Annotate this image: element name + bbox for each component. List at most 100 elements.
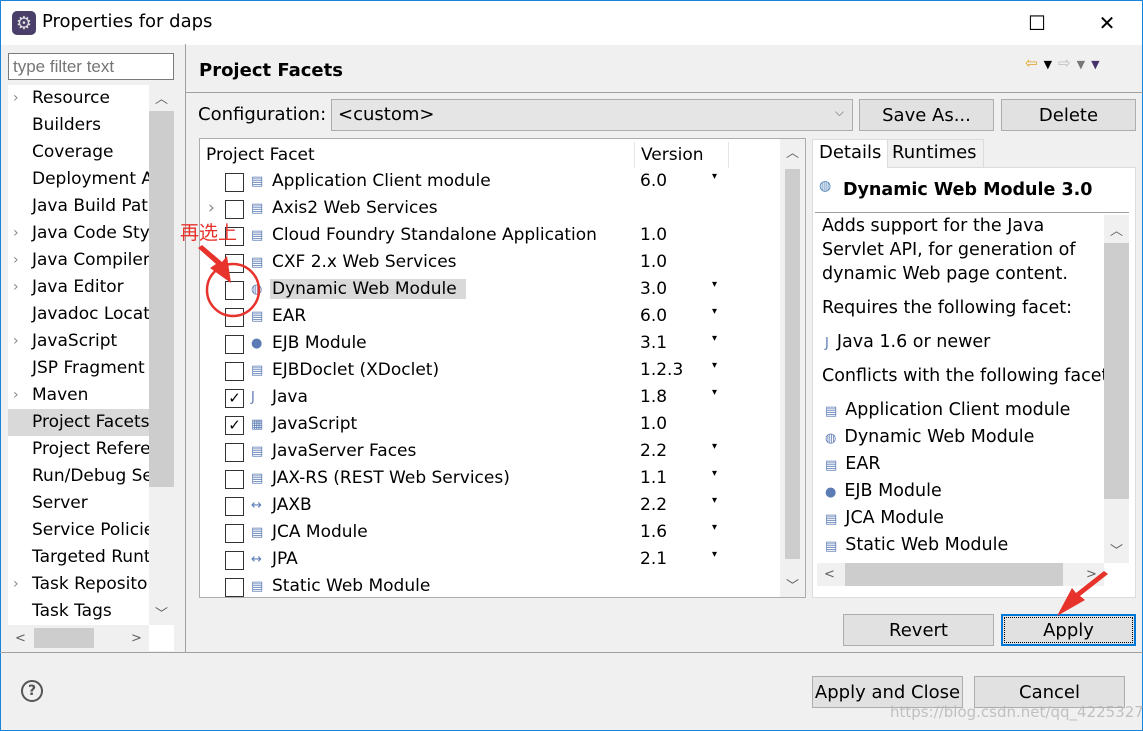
sidebar-item[interactable]: › Task Repository bbox=[8, 571, 149, 598]
facet-checkbox[interactable] bbox=[225, 524, 244, 543]
facet-checkbox[interactable] bbox=[225, 254, 244, 273]
close-button[interactable]: ✕ bbox=[1084, 1, 1130, 45]
sidebar-item[interactable]: Deployment Assembly bbox=[8, 166, 149, 193]
history-nav[interactable]: ⇦▼⇨▼▼ bbox=[1025, 54, 1106, 72]
sidebar-item[interactable]: Targeted Runtimes bbox=[8, 544, 149, 571]
sidebar-item[interactable]: JSP Fragment bbox=[8, 355, 149, 382]
facet-row[interactable]: ✓ J Java 1.8 ▾ bbox=[200, 385, 780, 412]
version-dropdown-icon[interactable]: ▾ bbox=[712, 279, 717, 290]
sidebar-item[interactable]: Coverage bbox=[8, 139, 149, 166]
forward-arrow-icon[interactable]: ⇨ bbox=[1058, 54, 1077, 72]
scroll-right-icon[interactable]: > bbox=[124, 625, 149, 651]
version-dropdown-icon[interactable]: ▾ bbox=[712, 171, 717, 182]
facet-row[interactable]: ▤ JCA Module 1.6 ▾ bbox=[200, 520, 780, 547]
sidebar-item[interactable]: Run/Debug Settings bbox=[8, 463, 149, 490]
facet-checkbox[interactable] bbox=[225, 443, 244, 462]
back-menu-icon[interactable]: ▼ bbox=[1044, 58, 1058, 71]
tab-runtimes[interactable]: Runtimes bbox=[885, 139, 984, 168]
chevron-right-icon[interactable]: › bbox=[13, 382, 19, 409]
facet-row[interactable]: ↔ JPA 2.1 ▾ bbox=[200, 547, 780, 574]
facet-checkbox[interactable] bbox=[225, 497, 244, 516]
sidebar-item[interactable]: Task Tags bbox=[8, 598, 149, 625]
sidebar-item[interactable]: › Java Compiler bbox=[8, 247, 149, 274]
scroll-up-icon[interactable]: ︿ bbox=[1104, 217, 1129, 242]
scroll-thumb[interactable] bbox=[34, 628, 94, 648]
sidebar-item[interactable]: › Java Code Style bbox=[8, 220, 149, 247]
chevron-right-icon[interactable]: › bbox=[13, 571, 19, 598]
facet-checkbox[interactable] bbox=[225, 281, 244, 300]
sidebar-item[interactable]: › JavaScript bbox=[8, 328, 149, 355]
facet-checkbox[interactable]: ✓ bbox=[225, 389, 244, 408]
chevron-right-icon[interactable]: › bbox=[13, 85, 19, 112]
sidebar-item[interactable]: › Maven bbox=[8, 382, 149, 409]
facet-row[interactable]: ✓ ▦ JavaScript 1.0 bbox=[200, 412, 780, 439]
scroll-down-icon[interactable]: ﹀ bbox=[149, 600, 174, 625]
version-dropdown-icon[interactable]: ▾ bbox=[712, 468, 717, 479]
tab-details[interactable]: Details bbox=[812, 139, 889, 168]
version-dropdown-icon[interactable]: ▾ bbox=[712, 522, 717, 533]
facet-checkbox[interactable] bbox=[225, 362, 244, 381]
facet-checkbox[interactable] bbox=[225, 578, 244, 597]
scroll-up-icon[interactable]: ︿ bbox=[780, 139, 805, 164]
sidebar-item[interactable]: Builders bbox=[8, 112, 149, 139]
sidebar-item[interactable]: Javadoc Location bbox=[8, 301, 149, 328]
facet-checkbox[interactable] bbox=[225, 308, 244, 327]
sidebar-item[interactable]: Project Facets bbox=[8, 409, 149, 436]
sidebar-item[interactable]: › Resource bbox=[8, 85, 149, 112]
chevron-right-icon[interactable]: › bbox=[208, 198, 215, 218]
facet-checkbox[interactable] bbox=[225, 173, 244, 192]
version-dropdown-icon[interactable]: ▾ bbox=[712, 333, 717, 344]
facet-row[interactable]: ↔ JAXB 2.2 ▾ bbox=[200, 493, 780, 520]
details-hscrollbar[interactable]: < > bbox=[817, 563, 1104, 586]
scroll-thumb[interactable] bbox=[149, 111, 174, 487]
facet-row[interactable]: ▤ EJBDoclet (XDoclet) 1.2.3 ▾ bbox=[200, 358, 780, 385]
scroll-left-icon[interactable]: < bbox=[817, 563, 842, 586]
facet-row[interactable]: ▤ Static Web Module bbox=[200, 574, 780, 601]
facet-row[interactable]: ▤ JAX-RS (REST Web Services) 1.1 ▾ bbox=[200, 466, 780, 493]
version-dropdown-icon[interactable]: ▾ bbox=[712, 360, 717, 371]
facet-checkbox[interactable] bbox=[225, 200, 244, 219]
chevron-right-icon[interactable]: › bbox=[13, 247, 19, 274]
facet-checkbox[interactable]: ✓ bbox=[225, 416, 244, 435]
scroll-down-icon[interactable]: ﹀ bbox=[1104, 537, 1129, 562]
sidebar-item[interactable]: Java Build Path bbox=[8, 193, 149, 220]
sidebar-item[interactable]: Service Policies bbox=[8, 517, 149, 544]
scroll-left-icon[interactable]: < bbox=[8, 625, 33, 651]
scroll-right-icon[interactable]: > bbox=[1079, 563, 1104, 586]
facet-checkbox[interactable] bbox=[225, 470, 244, 489]
forward-menu-icon[interactable]: ▼ bbox=[1077, 58, 1091, 71]
help-icon[interactable]: ? bbox=[21, 680, 43, 702]
splitter[interactable] bbox=[185, 44, 186, 652]
version-dropdown-icon[interactable]: ▾ bbox=[712, 441, 717, 452]
facet-row[interactable]: ▤ JavaServer Faces 2.2 ▾ bbox=[200, 439, 780, 466]
facet-row[interactable]: ▤ CXF 2.x Web Services 1.0 bbox=[200, 250, 780, 277]
delete-button[interactable]: Delete bbox=[1001, 99, 1136, 131]
details-vscrollbar[interactable]: ︿ ﹀ bbox=[1104, 215, 1129, 563]
sidebar-item[interactable]: Project References bbox=[8, 436, 149, 463]
sidebar-item[interactable]: › Java Editor bbox=[8, 274, 149, 301]
facet-row[interactable]: ▤ Cloud Foundry Standalone Application 1.0 bbox=[200, 223, 780, 250]
tree-hscrollbar[interactable]: < > bbox=[8, 625, 149, 651]
version-dropdown-icon[interactable]: ▾ bbox=[712, 495, 717, 506]
sidebar-item[interactable]: Server bbox=[8, 490, 149, 517]
version-dropdown-icon[interactable]: ▾ bbox=[712, 387, 717, 398]
column-header-version[interactable]: Version bbox=[635, 142, 729, 168]
back-arrow-icon[interactable]: ⇦ bbox=[1025, 54, 1044, 72]
facet-row[interactable]: ▤ EAR 6.0 ▾ bbox=[200, 304, 780, 331]
facet-checkbox[interactable] bbox=[225, 551, 244, 570]
scroll-down-icon[interactable]: ﹀ bbox=[780, 572, 805, 597]
facet-row[interactable]: ▤ Application Client module 6.0 ▾ bbox=[200, 169, 780, 196]
revert-button[interactable]: Revert bbox=[843, 614, 994, 646]
scroll-thumb[interactable] bbox=[845, 563, 1063, 586]
chevron-right-icon[interactable]: › bbox=[13, 328, 19, 355]
scroll-thumb[interactable] bbox=[785, 169, 800, 559]
facet-checkbox[interactable] bbox=[225, 335, 244, 354]
tree-vscrollbar[interactable]: ︿ ﹀ bbox=[149, 85, 174, 625]
apply-button[interactable]: Apply bbox=[1001, 614, 1136, 646]
filter-input[interactable] bbox=[8, 53, 174, 80]
version-dropdown-icon[interactable]: ▾ bbox=[712, 549, 717, 560]
version-dropdown-icon[interactable]: ▾ bbox=[712, 306, 717, 317]
facets-scrollbar[interactable]: ︿ ﹀ bbox=[780, 139, 805, 597]
chevron-right-icon[interactable]: › bbox=[13, 274, 19, 301]
scroll-thumb[interactable] bbox=[1104, 243, 1129, 499]
